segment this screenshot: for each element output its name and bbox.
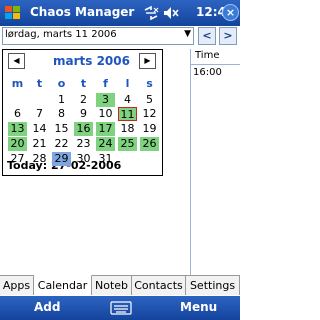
app-title: Chaos Manager xyxy=(30,5,135,19)
calendar-day[interactable]: 29 xyxy=(52,152,71,166)
weekday-header: f xyxy=(103,77,108,90)
tab-noteb[interactable]: Noteb xyxy=(92,276,132,295)
next-day-button[interactable]: > xyxy=(219,27,237,45)
previous-month-button[interactable]: ◀ xyxy=(8,53,25,69)
connectivity-icon[interactable] xyxy=(142,4,160,22)
tab-settings[interactable]: Settings xyxy=(186,276,240,295)
time-divider xyxy=(190,65,191,275)
calendar-day[interactable]: 16 xyxy=(74,122,93,136)
weekday-header: l xyxy=(125,77,130,90)
calendar-day[interactable]: 24 xyxy=(96,137,115,151)
calendar-day[interactable]: 2 xyxy=(74,93,93,107)
calendar-day[interactable]: 7 xyxy=(30,107,49,121)
calendar-day[interactable]: 25 xyxy=(118,137,137,151)
close-button[interactable]: × xyxy=(222,4,239,21)
time-column-header: Time xyxy=(190,49,240,65)
tab-contacts[interactable]: Contacts xyxy=(132,276,186,295)
title-bar: Chaos Manager 12:41 × xyxy=(0,0,240,26)
menu-bar: Add Menu xyxy=(0,296,240,320)
calendar-day[interactable]: 27 xyxy=(8,152,27,166)
calendar-day[interactable]: 15 xyxy=(52,122,71,136)
previous-day-button[interactable]: < xyxy=(198,27,216,45)
calendar-day[interactable]: 23 xyxy=(74,137,93,151)
windows-flag-icon[interactable] xyxy=(3,3,23,23)
calendar-day[interactable]: 21 xyxy=(30,137,49,151)
calendar-month-title: marts 2006 xyxy=(53,54,130,68)
speaker-muted-icon[interactable] xyxy=(162,4,180,22)
calendar-day[interactable]: 12 xyxy=(140,107,159,121)
chevron-down-icon: ▼ xyxy=(184,29,191,39)
next-month-button[interactable]: ▶ xyxy=(139,53,156,69)
calendar-day[interactable]: 8 xyxy=(52,107,71,121)
date-dropdown[interactable]: lørdag, marts 11 2006 ▼ xyxy=(2,27,194,45)
tab-calendar[interactable]: Calendar xyxy=(34,275,92,295)
calendar-day[interactable]: 9 xyxy=(74,107,93,121)
calendar-day[interactable]: 28 xyxy=(30,152,49,166)
calendar-day[interactable]: 3 xyxy=(96,93,115,107)
weekday-header: s xyxy=(146,77,153,90)
weekday-header: m xyxy=(11,77,24,90)
calendar-day[interactable]: 20 xyxy=(8,137,27,151)
add-softkey[interactable]: Add xyxy=(34,300,60,314)
date-row: lørdag, marts 11 2006 ▼ < > xyxy=(0,26,240,47)
calendar-day[interactable]: 10 xyxy=(96,107,115,121)
weekday-header: t xyxy=(80,77,87,90)
calendar-day[interactable]: 31 xyxy=(96,152,115,166)
month-calendar: ◀ marts 2006 ▶ Today: 27-02-2006 mtotfls… xyxy=(2,49,163,176)
calendar-day[interactable]: 22 xyxy=(52,137,71,151)
calendar-day[interactable]: 30 xyxy=(74,152,93,166)
keyboard-icon[interactable] xyxy=(110,301,132,315)
weekday-header: o xyxy=(57,77,66,90)
calendar-day[interactable]: 6 xyxy=(8,107,27,121)
calendar-day[interactable]: 17 xyxy=(96,122,115,136)
tab-apps[interactable]: Apps xyxy=(0,276,34,295)
calendar-day[interactable]: 26 xyxy=(140,137,159,151)
weekday-header: t xyxy=(36,77,43,90)
calendar-day[interactable]: 18 xyxy=(118,122,137,136)
calendar-day[interactable]: 5 xyxy=(140,93,159,107)
calendar-day[interactable]: 1 xyxy=(52,93,71,107)
menu-softkey[interactable]: Menu xyxy=(180,300,217,314)
time-header-label: Time xyxy=(195,50,220,61)
calendar-day[interactable]: 13 xyxy=(8,122,27,136)
calendar-day[interactable]: 14 xyxy=(30,122,49,136)
calendar-day[interactable]: 19 xyxy=(140,122,159,136)
calendar-day[interactable]: 4 xyxy=(118,93,137,107)
calendar-day[interactable]: 11 xyxy=(118,107,137,121)
tab-bar: Apps Calendar Noteb Contacts Settings xyxy=(0,275,240,295)
time-slot[interactable]: 16:00 xyxy=(193,67,222,78)
date-value: lørdag, marts 11 2006 xyxy=(5,29,117,40)
